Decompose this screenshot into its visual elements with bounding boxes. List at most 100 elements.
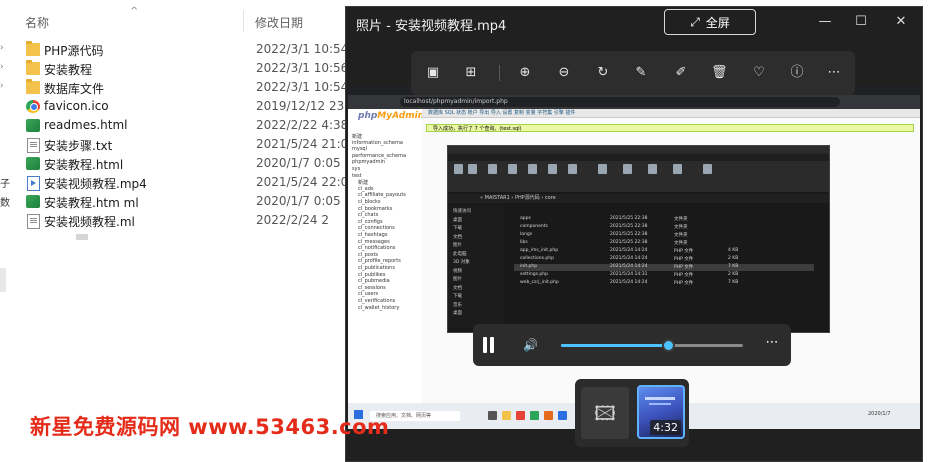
nav-item[interactable]: 快速访问 bbox=[453, 208, 471, 214]
nav-item[interactable]: 桌面 bbox=[453, 217, 462, 223]
db-tree-item[interactable]: cl_messages bbox=[358, 239, 390, 245]
inner-file-row[interactable]: collections.php 2021/5/24 14:24 PHP 文件 2 KB bbox=[514, 256, 814, 263]
file-row[interactable]: › 数据库文件 2022/3/1 10:54 bbox=[0, 78, 350, 97]
inner-file-name: settings.php bbox=[520, 272, 548, 277]
seek-thumb[interactable] bbox=[662, 339, 676, 352]
db-tree-item[interactable]: cl_publikes bbox=[358, 272, 385, 278]
pause-button[interactable] bbox=[483, 337, 495, 353]
nav-item[interactable]: 文档 bbox=[453, 285, 462, 291]
file-row[interactable]: 安装步骤.txt 2021/5/24 21:03 bbox=[0, 135, 356, 154]
favorite-heart-icon[interactable]: ♡ bbox=[751, 65, 767, 81]
inner-file-row[interactable]: app_ims_init.php 2021/5/24 14:24 PHP 文件 4 K… bbox=[514, 248, 814, 255]
nav-item[interactable]: 3D 对象 bbox=[453, 259, 470, 265]
video-thumbnail[interactable]: 4:32 bbox=[637, 385, 685, 439]
zoom-out-icon[interactable]: ⊖ bbox=[556, 65, 572, 81]
db-tree-item[interactable]: cl_profile_reports bbox=[358, 258, 401, 264]
db-tree-item[interactable]: cl_wallet_history bbox=[358, 305, 399, 311]
nav-item[interactable]: 视频 bbox=[453, 268, 462, 274]
photo-toolbar: ▣ ⊞ ⊕ ⊖ ↻ ✎ ✐ 🗑 ♡ ⓘ ⋯ bbox=[411, 51, 855, 95]
db-tree-item[interactable]: sys bbox=[352, 166, 360, 172]
seek-progress bbox=[561, 344, 669, 347]
edit-icon[interactable]: ✎ bbox=[633, 65, 649, 81]
inner-file-size: 4 KB bbox=[728, 248, 739, 253]
video-frame[interactable]: localhost/phpmyadmin/import.php phpMyAdm… bbox=[348, 85, 920, 429]
inner-file-date: 2021/5/25 22:38 bbox=[610, 216, 648, 221]
rotate-icon[interactable]: ↻ bbox=[595, 65, 611, 81]
db-tree-item[interactable]: cl_bookmarks bbox=[358, 206, 392, 212]
db-tree-item[interactable]: cl_blocks bbox=[358, 199, 381, 205]
delete-icon[interactable]: 🗑 bbox=[711, 65, 728, 81]
image-info-icon[interactable]: ▣ bbox=[425, 65, 441, 81]
zoom-in-icon[interactable]: ⊕ bbox=[517, 65, 533, 81]
maximize-icon[interactable]: ☐ bbox=[851, 13, 871, 31]
inner-file-row[interactable]: web_csrj_init.php 2021/5/24 14:24 PHP 文件 7 … bbox=[514, 280, 814, 287]
import-success-message: 导入成功，执行了 7 个查询。(test.sql) bbox=[426, 124, 914, 132]
draw-icon[interactable]: ✐ bbox=[673, 65, 689, 81]
db-tree-item[interactable]: cl_pubmedia bbox=[358, 278, 390, 284]
file-row[interactable]: › 安装教程 2022/3/1 10:56 bbox=[0, 59, 350, 78]
nav-item[interactable]: 下载 bbox=[453, 225, 462, 231]
db-tree-item[interactable]: cl_sessions bbox=[358, 285, 386, 291]
column-header-name[interactable]: 名称 bbox=[25, 14, 49, 31]
seek-bar[interactable] bbox=[561, 339, 743, 352]
db-tree-item[interactable]: cl_users bbox=[358, 291, 378, 297]
db-tree-item[interactable]: phpmyadmin bbox=[352, 159, 385, 165]
nav-item[interactable]: 图片 bbox=[453, 242, 462, 248]
more-options-icon[interactable]: ⋯ bbox=[826, 65, 842, 81]
folder-icon bbox=[26, 41, 40, 56]
file-row[interactable]: 安装视频教程.mp4 2021/5/24 22:04 bbox=[0, 173, 356, 192]
file-row[interactable]: › PHP源代码 2022/3/1 10:54 bbox=[0, 40, 350, 59]
explorer-nav-pane: 快速访问 桌面 下载 文档 图片 此电脑 3D 对象 视频 图片 文档 下载 音乐 桌面 bbox=[448, 206, 504, 328]
nav-pane-scroll[interactable] bbox=[0, 268, 6, 292]
file-row[interactable]: favicon.ico 2019/12/12 23:38 bbox=[0, 97, 364, 116]
inner-file-name: web_csrj_init.php bbox=[520, 280, 559, 285]
db-tree-item[interactable]: cl_hashtags bbox=[358, 232, 387, 238]
db-tree-item[interactable]: mysql bbox=[352, 146, 367, 152]
db-tree-item[interactable]: cl_verifications bbox=[358, 298, 395, 304]
info-icon[interactable]: ⓘ bbox=[789, 65, 805, 81]
nav-item[interactable]: 下载 bbox=[453, 293, 462, 299]
phpmyadmin-logo: phpMyAdmin bbox=[358, 111, 425, 121]
expand-chevron-icon[interactable]: › bbox=[0, 43, 4, 53]
db-tree-item[interactable]: test bbox=[352, 173, 362, 179]
db-tree-item[interactable]: cl_connections bbox=[358, 225, 395, 231]
expand-chevron-icon[interactable]: › bbox=[0, 81, 4, 91]
inner-file-date: 2021/5/24 14:24 bbox=[610, 248, 648, 253]
gallery-icon[interactable]: ⊞ bbox=[463, 65, 479, 81]
list-scroll-thumb[interactable] bbox=[76, 234, 88, 240]
file-row[interactable]: 安装教程.html 2020/1/7 0:05 bbox=[0, 154, 350, 173]
expand-chevron-icon[interactable]: › bbox=[0, 62, 4, 72]
inner-file-row[interactable]: apps 2021/5/25 22:38 文件夹 bbox=[514, 216, 814, 223]
file-row[interactable]: 安装教程.htm ml 2020/1/7 0:05 bbox=[0, 192, 350, 211]
inner-file-row[interactable]: settings.php 2021/5/24 14:31 PHP 文件 2 KB bbox=[514, 272, 814, 279]
image-thumbnail[interactable]: 🖾 bbox=[581, 387, 629, 439]
more-options-icon[interactable]: ⋯ bbox=[763, 334, 781, 352]
nav-item[interactable]: 文档 bbox=[453, 234, 462, 240]
db-tree-item[interactable]: cl_posts bbox=[358, 252, 378, 258]
inner-file-row[interactable]: libs 2021/5/25 22:38 文件夹 bbox=[514, 240, 814, 247]
file-row[interactable]: 安装视频教程.ml 2022/2/24 2 bbox=[0, 211, 350, 230]
minimize-icon[interactable]: — bbox=[815, 13, 835, 31]
volume-icon[interactable]: 🔊 bbox=[523, 336, 539, 354]
nav-item[interactable]: 此电脑 bbox=[453, 251, 467, 257]
column-divider[interactable] bbox=[243, 10, 244, 32]
fullscreen-button[interactable]: ⤢ 全屏 bbox=[664, 9, 756, 35]
db-tree-item[interactable]: performance_schema bbox=[352, 153, 406, 159]
inner-file-row[interactable]: langs 2021/5/25 22:38 文件夹 bbox=[514, 232, 814, 239]
nav-item[interactable]: 图片 bbox=[453, 276, 462, 282]
close-icon[interactable]: ✕ bbox=[891, 13, 911, 31]
nav-item[interactable]: 音乐 bbox=[453, 302, 462, 308]
column-header-modified[interactable]: 修改日期 bbox=[255, 14, 303, 31]
file-row[interactable]: readmes.html 2022/2/22 4:38 bbox=[0, 116, 350, 135]
db-tree-item[interactable]: cl_chats bbox=[358, 212, 378, 218]
inner-file-type: PHP 文件 bbox=[674, 281, 694, 286]
db-tree-item[interactable]: cl_configs bbox=[358, 219, 383, 225]
db-tree-item[interactable]: cl_ads bbox=[358, 186, 373, 192]
inner-file-row[interactable]: components 2021/5/25 22:38 文件夹 bbox=[514, 224, 814, 231]
inner-file-row[interactable]: init.php 2021/5/24 14:24 PHP 文件 7 KB bbox=[514, 264, 814, 271]
db-tree-item[interactable]: cl_publications bbox=[358, 265, 395, 271]
db-tree-item[interactable]: cl_affiliate_payouts bbox=[358, 192, 406, 198]
nav-item[interactable]: 桌面 bbox=[453, 310, 462, 316]
db-tree-item[interactable]: information_schema bbox=[352, 140, 403, 146]
db-tree-item[interactable]: cl_notifications bbox=[358, 245, 395, 251]
